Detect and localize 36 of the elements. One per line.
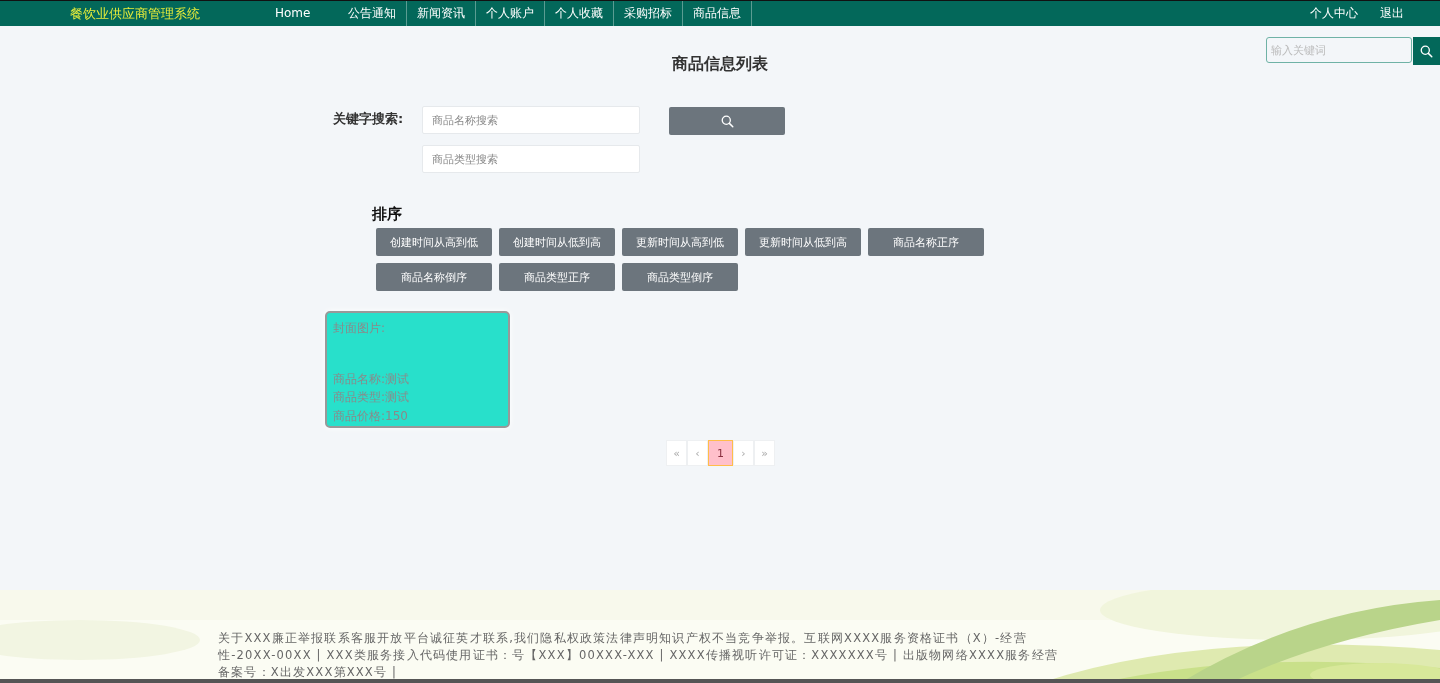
sort-button[interactable]: 更新时间从低到高 [745,228,861,256]
page-link[interactable]: › [733,440,754,466]
card-text: 商品名称:测试 [333,370,411,388]
sort-button[interactable]: 商品名称正序 [868,228,984,256]
nav-link[interactable]: 个人账户 [476,1,546,26]
sort-button[interactable]: 创建时间从低到高 [499,228,615,256]
nav-link[interactable]: 个人收藏 [545,1,615,26]
nav-link[interactable]: 个人中心 [1310,5,1358,22]
card-text: 商品类型:测试 [333,389,411,406]
search-button[interactable] [1413,37,1440,65]
nav-link[interactable]: 退出 [1380,5,1404,22]
sort-button[interactable]: 更新时间从高到低 [622,228,738,256]
sort-button[interactable]: 创建时间从高到低 [376,228,492,256]
card-text: 商品价格:150 [333,407,409,425]
page-link[interactable]: « [666,440,687,466]
sort-button[interactable]: 商品名称倒序 [376,263,492,291]
system-title: 餐饮业供应商管理系统 [70,4,201,23]
search-label: 关键字搜索: [333,110,405,128]
sort-heading: 排序 [372,206,403,222]
footer-text: 关于XXX廉正举报联系客服开放平台诚征英才联系,我们隐私权政策法律声明知识产权不当竞争举报。互联网XXXX服务资格证书（X）-经营性-20XX-00XX | XXX类服务接入代码使用证书：号【XXX】00XXX-XXX | XXXX传播视听许可证：XXXXXXX号 | 出版物网络XXXX服务经营备案号：X出发XXX第XXX号 | [218,630,1059,681]
search-field[interactable]: 商品类型搜索 [422,145,640,173]
page-link[interactable]: ‹ [687,440,708,466]
search-icon [1420,44,1433,58]
page-link[interactable]: 1 [708,440,733,466]
nav-link[interactable]: 采购招标 [614,1,684,26]
card-text: 封面图片: [333,320,387,337]
sort-button[interactable]: 商品类型正序 [499,263,615,291]
nav-link[interactable]: 新闻资讯 [407,1,477,26]
sort-button[interactable]: 商品类型倒序 [622,263,738,291]
nav-link[interactable]: Home [275,1,339,26]
nav-link[interactable]: 公告通知 [338,1,408,26]
page-title: 商品信息列表 [672,53,768,75]
nav-link[interactable]: 商品信息 [683,1,753,26]
search-field[interactable]: 商品名称搜索 [422,106,640,134]
search-icon [720,114,734,128]
page-link[interactable]: » [754,440,775,466]
